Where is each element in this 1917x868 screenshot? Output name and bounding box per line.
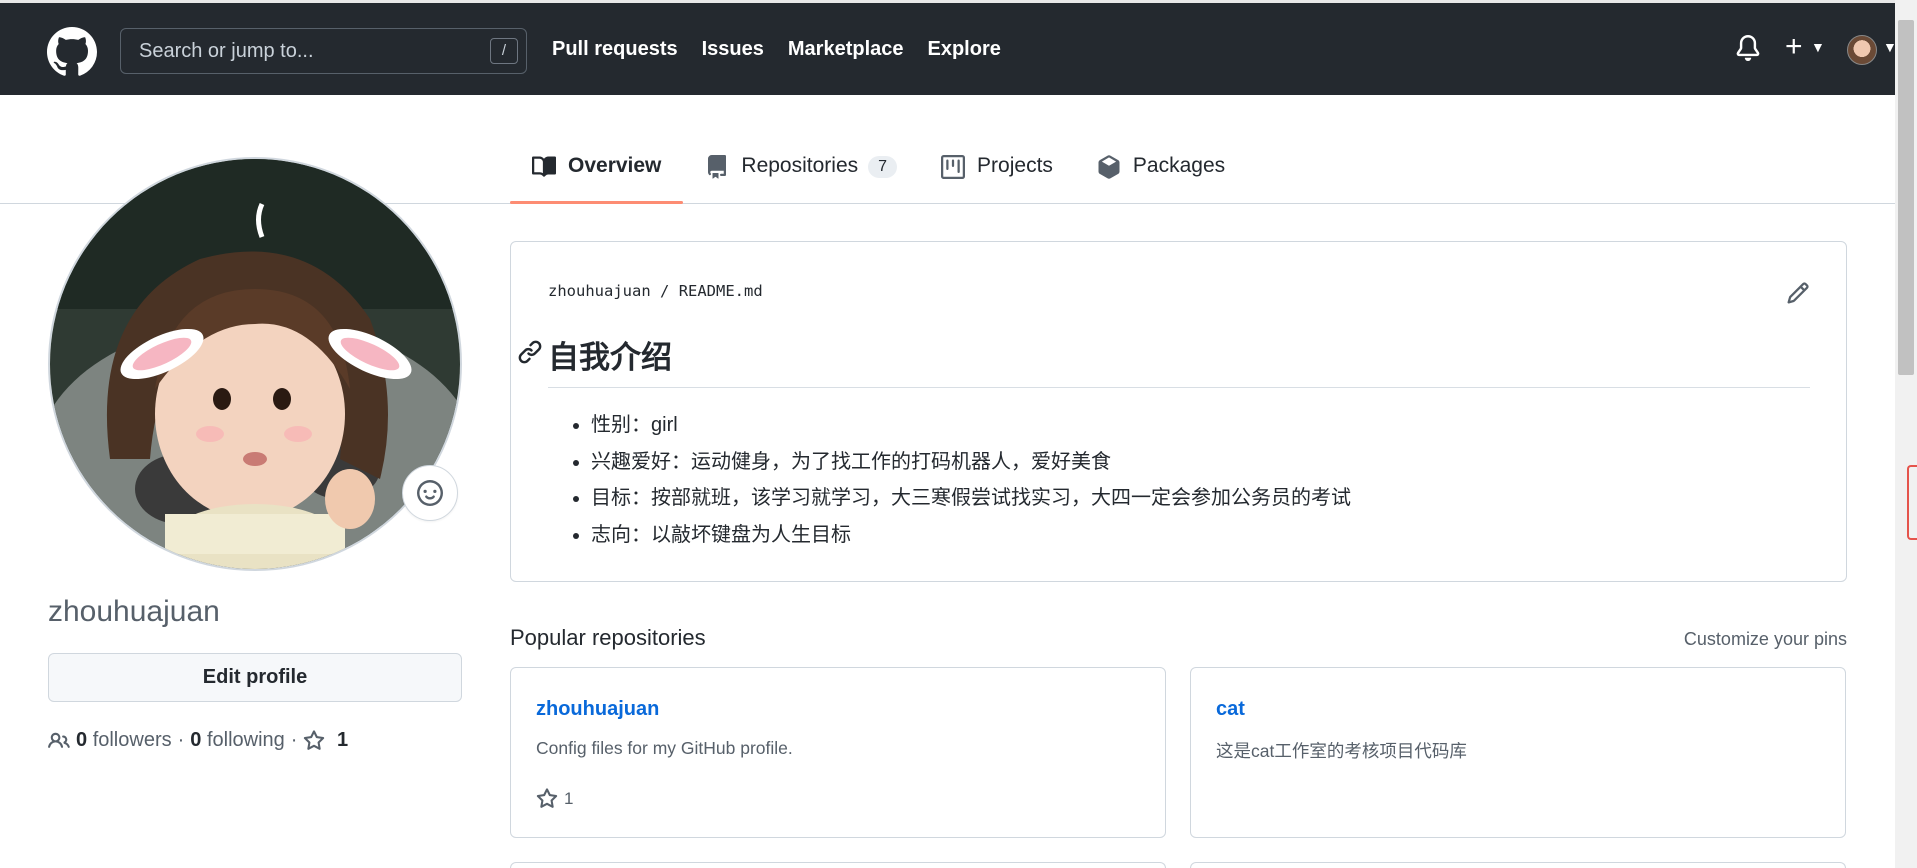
readme-path: zhouhuajuan / README.md: [548, 282, 763, 300]
create-new-button[interactable]: +: [1785, 31, 1803, 63]
stars-count[interactable]: 1: [337, 729, 348, 752]
list-item: 兴趣爱好：运动健身，为了找工作的打码机器人，爱好美食: [591, 444, 1351, 481]
project-icon: [941, 155, 966, 179]
github-logo-icon[interactable]: [47, 27, 97, 77]
profile-avatar[interactable]: [48, 157, 462, 571]
tab-repositories[interactable]: Repositories 7: [683, 140, 919, 203]
repo-card: cat 这是cat工作室的考核项目代码库: [1190, 667, 1846, 838]
tab-label: Packages: [1132, 154, 1226, 177]
search-placeholder: Search or jump to...: [139, 40, 314, 62]
list-item: 性别：girl: [591, 407, 1351, 444]
notification-bell-icon[interactable]: [1735, 33, 1761, 63]
smiley-icon: [417, 480, 443, 506]
edit-profile-button[interactable]: Edit profile: [48, 653, 462, 702]
nav-issues[interactable]: Issues: [702, 38, 764, 61]
top-header: Search or jump to... / Pull requests Iss…: [0, 0, 1897, 95]
profile-username: zhouhuajuan: [48, 595, 220, 628]
repo-name-link[interactable]: cat: [1216, 698, 1245, 721]
search-input[interactable]: Search or jump to... /: [120, 28, 527, 74]
readme-owner-link[interactable]: zhouhuajuan: [548, 282, 651, 300]
star-icon: [536, 788, 558, 808]
people-icon: [48, 732, 70, 748]
readme-list: 性别：girl 兴趣爱好：运动健身，为了找工作的打码机器人，爱好美食 目标：按部…: [591, 407, 1351, 553]
repo-card-partial: [1190, 862, 1846, 868]
package-icon: [1098, 155, 1120, 179]
user-avatar-menu[interactable]: [1847, 35, 1877, 65]
search-shortcut-key: /: [490, 38, 518, 64]
nav-marketplace[interactable]: Marketplace: [788, 38, 904, 61]
scrollbar-thumb[interactable]: [1898, 20, 1914, 375]
repo-card-partial: [510, 862, 1166, 868]
repo-description: 这是cat工作室的考核项目代码库: [1216, 741, 1467, 761]
tab-label: Overview: [568, 154, 662, 177]
header-actions: + ▼ ▼: [1655, 31, 1897, 71]
followers-count[interactable]: 0: [76, 729, 87, 752]
profile-readme: zhouhuajuan / README.md 自我介绍 性别：girl 兴趣爱…: [510, 241, 1847, 582]
tab-label: Repositories: [741, 154, 859, 177]
separator: ·: [177, 729, 185, 751]
repo-stars[interactable]: 1: [536, 788, 573, 810]
tab-label: Projects: [977, 154, 1053, 177]
star-icon: [304, 729, 325, 750]
customize-pins-link[interactable]: Customize your pins: [1684, 629, 1847, 650]
avatar-photo: [50, 159, 460, 569]
repo-name-link[interactable]: zhouhuajuan: [536, 698, 659, 721]
list-item: 目标：按部就班，该学习就学习，大三寒假尝试找实习，大四一定会参加公务员的考试: [591, 480, 1351, 517]
pencil-icon[interactable]: [1786, 281, 1810, 305]
nav-explore[interactable]: Explore: [928, 38, 1001, 61]
repo-description: Config files for my GitHub profile.: [536, 738, 793, 758]
nav-pull-requests[interactable]: Pull requests: [552, 38, 678, 61]
set-status-button[interactable]: [402, 465, 458, 521]
profile-tabs: Overview Repositories 7 Projects Package…: [510, 140, 1247, 204]
tab-packages[interactable]: Packages: [1075, 140, 1247, 203]
followers-label[interactable]: followers: [93, 729, 172, 752]
following-label[interactable]: following: [207, 729, 285, 752]
readme-heading: 自我介绍: [548, 332, 1810, 388]
global-nav: Pull requests Issues Marketplace Explore: [552, 38, 1025, 61]
tab-projects[interactable]: Projects: [919, 140, 1075, 203]
chevron-down-icon[interactable]: ▼: [1811, 39, 1825, 55]
repo-icon: [708, 155, 727, 179]
path-separator: /: [660, 282, 670, 300]
popular-repos-title: Popular repositories: [510, 625, 706, 650]
repo-star-count: 1: [564, 789, 574, 808]
readme-file-link[interactable]: README.md: [679, 282, 763, 300]
list-item: 志向：以敲坏键盘为人生目标: [591, 517, 1351, 554]
follow-stats: 0 followers · 0 following · 1: [48, 729, 348, 752]
scroll-marker: [1907, 465, 1917, 540]
repo-count-badge: 7: [868, 156, 898, 178]
tab-overview[interactable]: Overview: [510, 140, 684, 204]
following-count[interactable]: 0: [190, 729, 201, 752]
book-icon: [532, 156, 556, 177]
separator: ·: [290, 729, 298, 751]
repo-card: zhouhuajuan Config files for my GitHub p…: [510, 667, 1166, 838]
link-icon[interactable]: [517, 339, 543, 365]
